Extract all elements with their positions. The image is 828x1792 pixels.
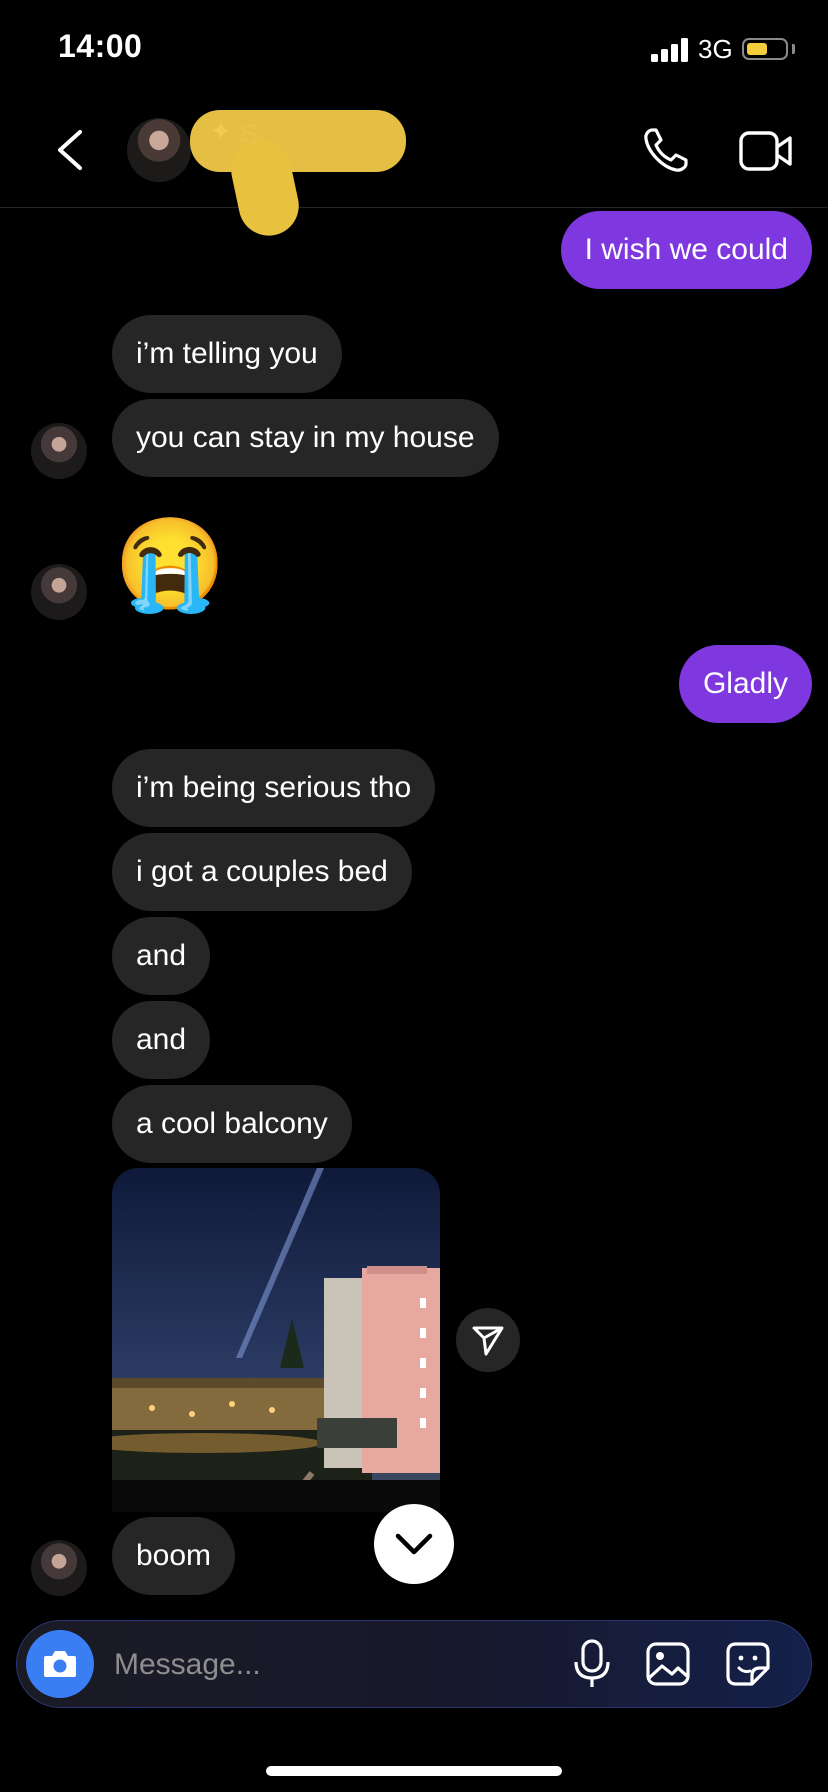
- share-button[interactable]: [456, 1308, 520, 1372]
- mic-icon[interactable]: [570, 1638, 614, 1690]
- gallery-icon[interactable]: [644, 1640, 692, 1688]
- phone-icon[interactable]: [640, 126, 690, 176]
- sender-avatar[interactable]: [31, 423, 87, 479]
- message-incoming[interactable]: a cool balcony: [112, 1085, 352, 1163]
- message-input[interactable]: [112, 1634, 556, 1696]
- message-emoji[interactable]: 😭: [114, 515, 226, 615]
- back-icon[interactable]: [52, 126, 88, 174]
- status-bar: 14:00 3G: [0, 0, 828, 100]
- message-incoming[interactable]: and: [112, 1001, 211, 1079]
- video-icon[interactable]: [738, 126, 794, 176]
- contact-avatar[interactable]: [127, 118, 191, 182]
- send-icon: [472, 1326, 504, 1356]
- message-outgoing[interactable]: Gladly: [678, 645, 812, 723]
- message-incoming[interactable]: and: [112, 917, 211, 995]
- signal-icon: [651, 38, 688, 62]
- camera-icon: [44, 1651, 76, 1677]
- sender-avatar[interactable]: [31, 1540, 87, 1596]
- redaction-mark: [190, 110, 406, 172]
- message-incoming[interactable]: you can stay in my house: [112, 399, 499, 477]
- message-incoming[interactable]: i’m being serious tho: [112, 749, 436, 827]
- message-incoming[interactable]: boom: [112, 1517, 236, 1595]
- chevron-down-icon: [395, 1533, 433, 1555]
- sender-avatar[interactable]: [31, 564, 87, 620]
- camera-button[interactable]: [26, 1630, 94, 1698]
- scroll-to-bottom-button[interactable]: [374, 1504, 454, 1584]
- sticker-icon[interactable]: [724, 1640, 772, 1688]
- battery-icon: [742, 38, 788, 60]
- message-incoming[interactable]: i got a couples bed: [112, 833, 412, 911]
- battery-level: [747, 43, 767, 55]
- photo-message[interactable]: [112, 1168, 440, 1512]
- network-type: 3G: [698, 34, 733, 64]
- home-indicator: [266, 1766, 562, 1776]
- battery-nub: [792, 44, 795, 54]
- chat-header: ✦ S: [0, 100, 828, 242]
- message-incoming[interactable]: i’m telling you: [112, 315, 342, 393]
- message-outgoing[interactable]: I wish we could: [560, 211, 812, 289]
- status-time: 14:00: [58, 28, 143, 64]
